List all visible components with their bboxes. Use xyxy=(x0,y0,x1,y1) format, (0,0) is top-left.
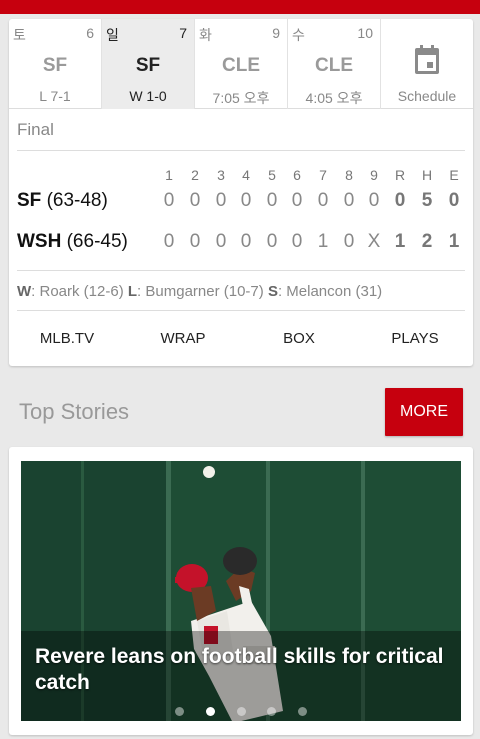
pitchers-of-record: W: Roark (12-6) L: Bumgarner (10-7) S: M… xyxy=(17,283,382,300)
linescore-column-header: 7 xyxy=(319,167,327,183)
opponent-team: CLE xyxy=(222,55,260,76)
schedule-label: Schedule xyxy=(397,88,457,104)
day-of-week: 토 xyxy=(13,27,26,43)
game-status: Final xyxy=(17,120,54,139)
carousel-dot[interactable] xyxy=(237,707,246,716)
linescore-inning: 0 xyxy=(163,190,175,211)
team-abbr: WSH xyxy=(17,231,62,252)
team-row-home: WSH (66-45) xyxy=(17,231,128,253)
day-number: 6 xyxy=(86,25,94,41)
linescore-total: 1 xyxy=(394,231,406,252)
opponent-team: SF xyxy=(135,55,161,76)
linescore-inning: 0 xyxy=(266,190,278,211)
day-number: 10 xyxy=(357,25,373,41)
team-record: (63-48) xyxy=(46,190,108,211)
game-result: L 7-1 xyxy=(39,88,71,104)
linescore-inning: 0 xyxy=(240,231,252,252)
calendar-icon xyxy=(415,45,439,74)
wrap-link[interactable]: WRAP xyxy=(125,319,241,363)
linescore-total: 5 xyxy=(421,190,433,211)
team-abbr: SF xyxy=(17,190,42,211)
carousel-dot[interactable] xyxy=(298,707,307,716)
story-carousel[interactable]: Revere leans on football skills for crit… xyxy=(21,461,461,721)
opponent-team: CLE xyxy=(315,55,353,76)
day-of-week: 일 xyxy=(106,27,119,43)
carousel-indicator xyxy=(21,707,461,717)
day-tab-10[interactable]: 수 10 CLE 4:05 오후 xyxy=(288,19,381,109)
linescore-column-header: 6 xyxy=(293,167,301,183)
linescore-inning: 0 xyxy=(343,231,355,252)
divider xyxy=(17,270,465,271)
team-record: (66-45) xyxy=(66,231,128,252)
game-result: W 1-0 xyxy=(129,88,167,104)
linescore-column-header: 1 xyxy=(165,167,173,183)
game-time: 4:05 오후 xyxy=(305,90,363,106)
linescore-inning: 1 xyxy=(317,231,329,252)
linescore-column-header: 4 xyxy=(242,167,250,183)
divider xyxy=(17,310,465,311)
day-tab-9[interactable]: 화 9 CLE 7:05 오후 xyxy=(195,19,288,109)
linescore-column-header: 8 xyxy=(345,167,353,183)
day-tab-7[interactable]: 일 7 SF W 1-0 xyxy=(102,19,195,109)
linescore-inning: 0 xyxy=(189,190,201,211)
losing-pitcher: : Bumgarner (10-7) xyxy=(137,283,268,300)
day-number: 9 xyxy=(272,25,280,41)
linescore-inning: 0 xyxy=(163,231,175,252)
linescore-inning: X xyxy=(367,231,381,252)
linescore-column-header: H xyxy=(421,167,433,183)
loss-label: L xyxy=(127,283,138,300)
game-time: 7:05 오후 xyxy=(212,90,270,106)
save-label: S xyxy=(267,283,278,300)
carousel-dot[interactable] xyxy=(206,707,215,716)
linescore-inning: 0 xyxy=(291,190,303,211)
linescore-total: 0 xyxy=(448,190,460,211)
box-link[interactable]: BOX xyxy=(241,319,357,363)
linescore-inning: 0 xyxy=(368,190,380,211)
linescore-total: 1 xyxy=(448,231,460,252)
linescore-total: 2 xyxy=(421,231,433,252)
carousel-dot[interactable] xyxy=(175,707,184,716)
linescore-column-header: 2 xyxy=(191,167,199,183)
linescore-column-header: 5 xyxy=(268,167,276,183)
game-links: MLB.TV WRAP BOX PLAYS xyxy=(9,319,473,363)
story-headline[interactable]: Revere leans on football skills for crit… xyxy=(35,644,455,696)
game-card: 토 6 SF L 7-1 일 7 SF W 1-0 화 9 CLE 7:05 오… xyxy=(9,19,473,366)
schedule-strip: 토 6 SF L 7-1 일 7 SF W 1-0 화 9 CLE 7:05 오… xyxy=(9,19,473,109)
linescore-inning: 0 xyxy=(291,231,303,252)
top-stories-heading: Top Stories xyxy=(19,399,130,424)
mlbtv-link[interactable]: MLB.TV xyxy=(9,319,125,363)
day-of-week: 수 xyxy=(292,27,305,43)
plays-link[interactable]: PLAYS xyxy=(357,319,473,363)
linescore-column-header: E xyxy=(449,167,459,183)
opponent-team: SF xyxy=(42,55,68,76)
linescore-column-header: 9 xyxy=(370,167,378,183)
more-button[interactable]: MORE xyxy=(385,388,463,436)
day-tab-6[interactable]: 토 6 SF L 7-1 xyxy=(9,19,102,109)
win-label: W xyxy=(17,283,32,300)
linescore-inning: 0 xyxy=(266,231,278,252)
linescore-inning: 0 xyxy=(240,190,252,211)
linescore-column-header: R xyxy=(394,167,406,183)
save-pitcher: : Melancon (31) xyxy=(277,283,383,300)
day-number: 7 xyxy=(179,25,187,41)
app-top-bar xyxy=(0,0,480,14)
linescore-column-header: 3 xyxy=(217,167,225,183)
linescore-inning: 0 xyxy=(189,231,201,252)
linescore-inning: 0 xyxy=(343,190,355,211)
team-row-away: SF (63-48) xyxy=(17,190,108,212)
carousel-dot[interactable] xyxy=(267,707,276,716)
linescore-inning: 0 xyxy=(317,190,329,211)
day-of-week: 화 xyxy=(199,27,212,43)
linescore-inning: 0 xyxy=(215,231,227,252)
linescore-total: 0 xyxy=(394,190,406,211)
story-card[interactable]: Revere leans on football skills for crit… xyxy=(9,447,473,735)
winning-pitcher: : Roark (12-6) xyxy=(31,283,128,300)
schedule-button[interactable]: Schedule xyxy=(381,19,473,109)
linescore-inning: 0 xyxy=(215,190,227,211)
divider xyxy=(17,150,465,151)
